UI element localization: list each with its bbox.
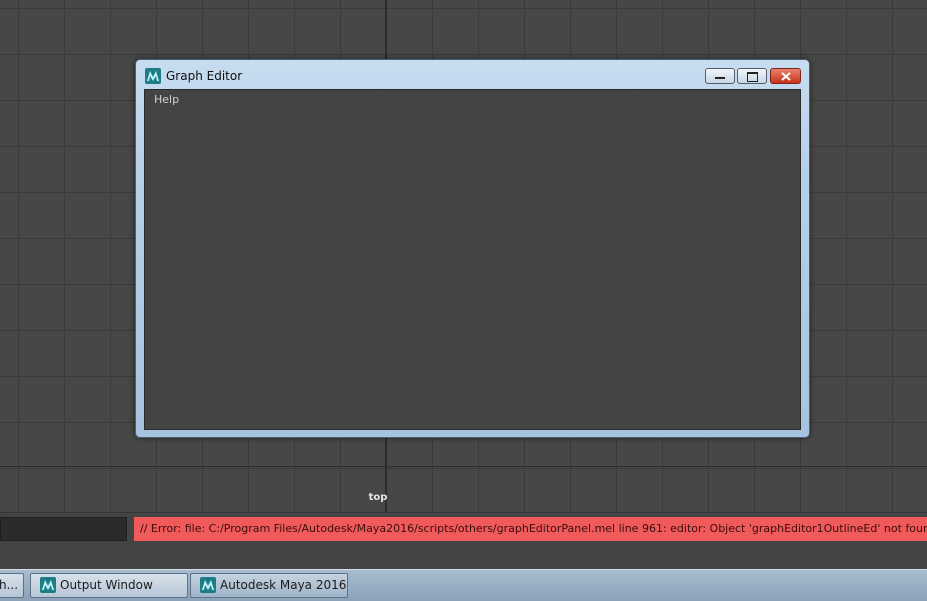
menu-help[interactable]: Help bbox=[154, 93, 179, 106]
taskbar-item-label: Autodesk Maya 2016... bbox=[220, 578, 348, 592]
window-title: Graph Editor bbox=[166, 69, 243, 83]
maya-icon bbox=[40, 577, 56, 593]
close-icon bbox=[781, 72, 791, 81]
graph-editor-window[interactable]: Graph Editor Help bbox=[135, 59, 810, 438]
taskbar-item-graph[interactable]: h... bbox=[0, 573, 24, 598]
close-button[interactable] bbox=[770, 68, 801, 84]
minimize-icon bbox=[715, 77, 725, 79]
grid-axis-horizontal bbox=[0, 466, 927, 467]
view-label: top bbox=[368, 492, 388, 503]
taskbar-item-output-window[interactable]: Output Window bbox=[30, 573, 188, 598]
maya-icon bbox=[145, 68, 161, 84]
taskbar-item-autodesk-maya[interactable]: Autodesk Maya 2016... bbox=[190, 573, 348, 598]
error-message[interactable]: // Error: file: C:/Program Files/Autodes… bbox=[134, 517, 927, 541]
taskbar-item-label: Output Window bbox=[60, 578, 153, 592]
minimize-button[interactable] bbox=[705, 68, 735, 84]
taskbar-item-label: h... bbox=[0, 578, 19, 592]
taskbar: h... Output Window Autodesk Maya 2016... bbox=[0, 569, 927, 601]
maya-icon bbox=[200, 577, 216, 593]
command-input[interactable] bbox=[0, 517, 127, 541]
graph-editor-panel[interactable]: Help bbox=[144, 89, 801, 430]
maximize-button[interactable] bbox=[737, 68, 767, 84]
maximize-icon bbox=[747, 72, 758, 82]
